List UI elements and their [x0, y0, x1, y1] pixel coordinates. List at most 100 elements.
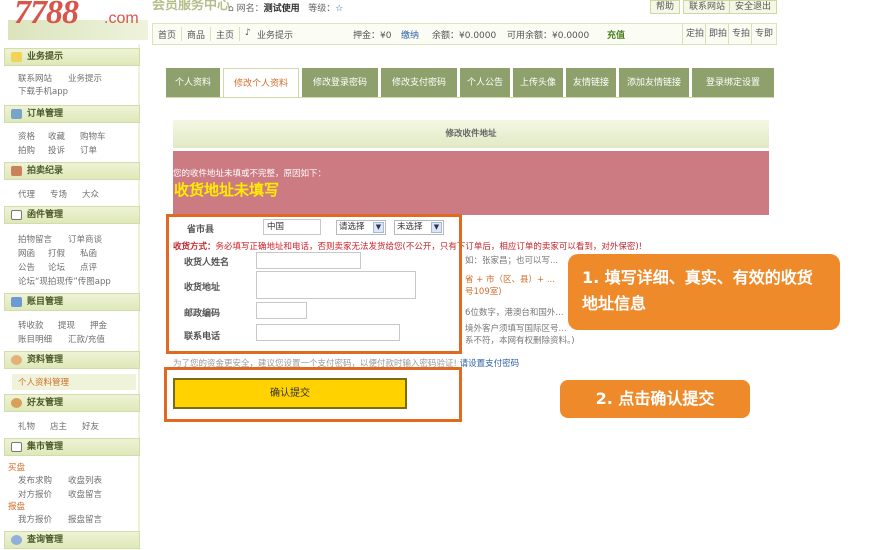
- calendar-icon: [11, 442, 22, 452]
- sidebar-link-statement[interactable]: 账目明细: [18, 333, 52, 345]
- sidebar-link-forum-upload[interactable]: 论坛“现拍现传”传图app: [18, 275, 111, 287]
- top-navigation: 首页 商品 主页 ♪ 业务提示 押金：¥0 缴纳 余额：¥0.0000 可用余额…: [152, 23, 777, 45]
- address-fields-highlight: [166, 214, 462, 354]
- sidebar-link-transfer[interactable]: 转收款: [18, 319, 44, 331]
- tab-add-friend-link[interactable]: 添加友情链接: [619, 68, 689, 98]
- address-warning: 您的收件地址未填或不完整，原因如下： 收货地址未填写: [173, 151, 769, 215]
- postcode-hint: 6位数字，港澳台和国外...: [465, 308, 564, 318]
- recharge-link[interactable]: 充值: [607, 28, 625, 41]
- help-link[interactable]: 帮助: [650, 0, 681, 14]
- sidebar-link-special[interactable]: 专场: [50, 188, 67, 200]
- nav-business[interactable]: 业务提示: [257, 28, 293, 41]
- sidebar-link-receive-message[interactable]: 收盘留言: [68, 488, 102, 500]
- address-hint-2: 号109室): [465, 287, 502, 297]
- sidebar-link-shop-owner[interactable]: 店主: [50, 420, 67, 432]
- sidebar-link-app[interactable]: 下载手机app: [18, 85, 68, 97]
- nav-fixed-auction[interactable]: 定拍: [682, 24, 707, 44]
- deposit-pay-link[interactable]: 缴纳: [401, 28, 419, 41]
- logo-domain: .com: [104, 10, 139, 27]
- sidebar-section-query[interactable]: 查询管理: [4, 531, 140, 549]
- sidebar-section-business[interactable]: 业务提示: [4, 48, 140, 66]
- gavel-icon: [11, 166, 22, 176]
- nav-instant-auction[interactable]: 即拍: [705, 24, 730, 44]
- tab-upload-avatar[interactable]: 上传头像: [513, 68, 563, 98]
- sidebar-link-forum[interactable]: 论坛: [48, 261, 65, 273]
- level-label: 等级：: [308, 4, 336, 14]
- netname-label: 网名：: [236, 4, 264, 14]
- sidebar-link-review[interactable]: 点评: [80, 261, 97, 273]
- sidebar-label-offer: 报盘: [8, 502, 26, 512]
- sidebar-link-gifts[interactable]: 礼物: [18, 420, 35, 432]
- sidebar-link-complaints[interactable]: 投诉: [48, 144, 65, 156]
- mail-icon: [11, 210, 22, 220]
- form-title: 修改收件地址: [173, 120, 769, 148]
- contact-link[interactable]: 联系网站: [683, 0, 732, 14]
- sidebar-link-my-quote[interactable]: 我方报价: [18, 513, 52, 525]
- site-logo[interactable]: 7788 .com: [8, 0, 148, 40]
- sidebar-link-withdraw[interactable]: 提现: [58, 319, 75, 331]
- cart-icon: [11, 109, 22, 119]
- sidebar-link-anti-fake[interactable]: 打假: [48, 247, 65, 259]
- sidebar-link-public[interactable]: 大众: [82, 188, 99, 200]
- sidebar-link-purchases[interactable]: 拍购: [18, 144, 35, 156]
- tab-profile[interactable]: 个人资料: [166, 68, 220, 98]
- sidebar-link-friends[interactable]: 好友: [82, 420, 99, 432]
- tab-announcement[interactable]: 个人公告: [460, 68, 510, 98]
- person-icon: [11, 355, 22, 365]
- tab-login-binding[interactable]: 登录绑定设置: [692, 68, 774, 98]
- home-icon: ⌂: [228, 4, 234, 14]
- member-center-title: 会员服务中心: [152, 0, 231, 12]
- sidebar-link-order-talk[interactable]: 订单商谈: [68, 233, 102, 245]
- sidebar-link-business[interactable]: 业务提示: [68, 72, 102, 84]
- netname-value: 测试使用: [263, 4, 300, 14]
- sidebar-link-qualify[interactable]: 资格: [18, 130, 35, 142]
- tab-divider: [166, 97, 774, 98]
- user-info: ⌂ 网名：测试使用 等级：☆: [228, 1, 343, 14]
- sidebar-link-web-letter[interactable]: 网函: [18, 247, 35, 259]
- sidebar-link-favorites[interactable]: 收藏: [48, 130, 65, 142]
- warning-headline: 收货地址未填写: [174, 181, 280, 199]
- tab-friend-links[interactable]: 友情链接: [566, 68, 616, 98]
- sidebar-link-contact[interactable]: 联系网站: [18, 72, 52, 84]
- sidebar-link-proxy[interactable]: 代理: [18, 188, 35, 200]
- nav-goods[interactable]: 商品: [187, 28, 205, 41]
- sidebar-section-auction-records[interactable]: 拍卖纪录: [4, 162, 140, 180]
- tab-login-password[interactable]: 修改登录密码: [302, 68, 378, 98]
- nav-homepage[interactable]: 主页: [216, 28, 234, 41]
- sidebar-link-profile-manage[interactable]: 个人资料管理: [18, 376, 69, 388]
- diamond-icon: [11, 297, 22, 307]
- sidebar-section-friends[interactable]: 好友管理: [4, 394, 140, 412]
- sidebar-link-private-letter[interactable]: 私函: [80, 247, 97, 259]
- sidebar-link-other-quote[interactable]: 对方报价: [18, 488, 52, 500]
- sidebar-link-cart[interactable]: 购物车: [80, 130, 106, 142]
- sidebar-link-deposit[interactable]: 押金: [90, 319, 107, 331]
- profile-tabs: 个人资料 修改个人资料 修改登录密码 修改支付密码 个人公告 上传头像 友情链接…: [166, 68, 774, 98]
- warning-text: 您的收件地址未填或不完整，原因如下：: [173, 169, 327, 179]
- sidebar-section-orders[interactable]: 订单管理: [4, 105, 140, 123]
- sidebar-link-remit[interactable]: 汇款/充值: [68, 333, 105, 345]
- sidebar-section-accounts[interactable]: 账目管理: [4, 293, 140, 311]
- star-icon: ☆: [335, 4, 344, 14]
- nav-special-instant[interactable]: 专即: [751, 24, 776, 44]
- sidebar-section-letters[interactable]: 函件管理: [4, 206, 140, 224]
- speaker-icon: ♪: [245, 28, 251, 38]
- phone-hint-2: 系不符，本网有权删除资料。): [465, 336, 575, 346]
- nav-home[interactable]: 首页: [158, 28, 176, 41]
- set-pay-password-link[interactable]: 请设置支付密码: [460, 359, 520, 369]
- deposit-text: 押金：¥0: [353, 31, 392, 41]
- sidebar-link-order[interactable]: 订单: [80, 144, 97, 156]
- nav-special-auction[interactable]: 专拍: [728, 24, 753, 44]
- sidebar-section-profile[interactable]: 资料管理: [4, 351, 140, 369]
- sidebar-label-buy: 买盘: [8, 463, 26, 473]
- tab-edit-profile[interactable]: 修改个人资料: [223, 68, 299, 98]
- sidebar-section-market[interactable]: 集市管理: [4, 438, 140, 456]
- logo-number: 7788: [14, 0, 79, 31]
- sidebar-link-offer-message[interactable]: 报盘留言: [68, 513, 102, 525]
- logout-link[interactable]: 安全退出: [729, 0, 778, 14]
- sidebar-link-item-message[interactable]: 拍物留言: [18, 233, 52, 245]
- sidebar-link-notice[interactable]: 公告: [18, 261, 35, 273]
- phone-hint: 境外客户须填写国际区号...: [465, 324, 567, 334]
- sidebar-link-receive-list[interactable]: 收盘列表: [68, 474, 102, 486]
- sidebar-link-post-request[interactable]: 发布求购: [18, 474, 52, 486]
- tab-pay-password[interactable]: 修改支付密码: [381, 68, 457, 98]
